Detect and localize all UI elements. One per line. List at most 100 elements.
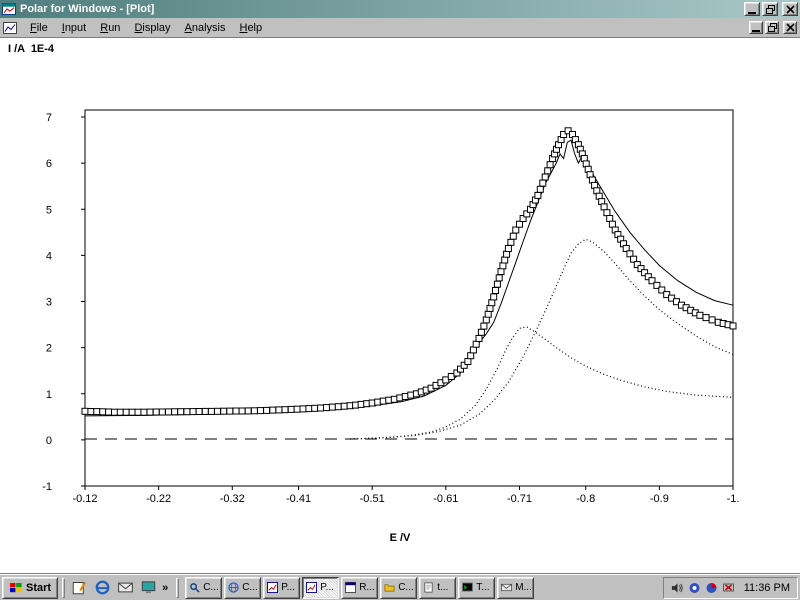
data-marker (123, 409, 129, 415)
quick-launch-overflow-chevron[interactable]: » (158, 582, 172, 594)
taskbar-task-7[interactable]: t... (419, 577, 456, 599)
taskbar-task-2[interactable]: C... (224, 577, 261, 599)
plot-window-icon[interactable] (3, 22, 23, 34)
taskbar-task-5[interactable]: R... (341, 577, 378, 599)
close-icon (786, 23, 795, 32)
internet-icon[interactable] (92, 578, 112, 598)
y-tick-label: 7 (46, 112, 52, 124)
window-title: Polar for Windows - [Plot] (20, 3, 742, 15)
task-label: C... (203, 582, 219, 593)
data-marker (178, 409, 184, 415)
task-label: C... (398, 582, 414, 593)
data-marker (537, 186, 543, 192)
x-tick-label: -0.51 (360, 493, 385, 505)
data-marker (147, 409, 153, 415)
series-experimental-data (85, 131, 733, 412)
data-marker (288, 406, 294, 412)
data-marker (153, 409, 159, 415)
data-marker (117, 409, 123, 415)
taskbar-task-6[interactable]: C... (380, 577, 417, 599)
x-tick-label: -0.41 (286, 493, 311, 505)
restore-button[interactable] (762, 2, 778, 16)
chart-icon (267, 582, 278, 593)
data-marker (94, 409, 100, 415)
data-marker (510, 233, 516, 239)
data-marker (542, 174, 548, 180)
taskbar-task-9[interactable]: M... (497, 577, 534, 599)
data-marker (491, 294, 497, 300)
data-marker (294, 406, 300, 412)
data-marker (535, 192, 541, 198)
data-marker (208, 408, 214, 414)
task-label: T... (476, 582, 489, 593)
chart-icon (306, 582, 317, 593)
data-marker (478, 329, 484, 335)
menu-display[interactable]: Display (127, 19, 177, 37)
quick-launch-bar (69, 578, 158, 598)
data-marker (233, 408, 239, 414)
y-tick-label: 6 (46, 158, 52, 170)
tray-app-icon-2[interactable] (705, 582, 718, 594)
y-tick-label: 5 (46, 204, 52, 216)
data-marker (276, 407, 282, 413)
mdi-close-button[interactable] (783, 21, 797, 34)
windows-logo-icon (9, 581, 23, 594)
globe-icon (228, 582, 239, 593)
taskbar-clock[interactable]: 11:36 PM (740, 582, 790, 594)
network-error-icon[interactable] (722, 582, 735, 594)
data-marker (505, 246, 511, 252)
data-marker (100, 409, 106, 415)
taskbar-task-8[interactable]: T... (458, 577, 495, 599)
tray-app-icon-1[interactable] (688, 582, 701, 594)
task-label: P... (320, 582, 334, 593)
data-marker (318, 405, 324, 411)
taskbar-task-3[interactable]: P... (263, 577, 300, 599)
mail-icon[interactable] (115, 578, 135, 598)
start-button[interactable]: Start (2, 577, 58, 599)
menu-file[interactable]: File (23, 19, 55, 37)
volume-icon[interactable] (671, 582, 684, 594)
taskbar-task-1[interactable]: C... (185, 577, 222, 599)
menu-analysis[interactable]: Analysis (178, 19, 233, 37)
close-button[interactable] (782, 2, 798, 16)
data-marker (258, 408, 264, 414)
data-marker (473, 341, 479, 347)
toolbar-handle[interactable] (62, 578, 65, 598)
toolbar-handle[interactable] (176, 578, 179, 598)
restore-icon (768, 23, 777, 32)
desktop-icon[interactable] (138, 578, 158, 598)
menu-help[interactable]: Help (232, 19, 269, 37)
mdi-restore-button[interactable] (765, 21, 779, 34)
data-marker (476, 335, 482, 341)
data-marker (703, 315, 709, 321)
x-tick-label: -1. (727, 493, 740, 505)
data-marker (485, 311, 491, 317)
data-marker (159, 409, 165, 415)
menu-input[interactable]: Input (55, 19, 93, 37)
data-marker (335, 404, 341, 410)
plot-client-area: I /A 1E-4 76543210-1-0.12-0.22-0.32-0.41… (0, 38, 800, 574)
app-icon[interactable] (2, 3, 16, 15)
menu-run[interactable]: Run (93, 19, 127, 37)
titlebar: Polar for Windows - [Plot] (0, 0, 800, 18)
data-marker (221, 408, 227, 414)
data-marker (215, 408, 221, 414)
compose-icon[interactable] (69, 578, 89, 598)
mdi-minimize-button[interactable] (749, 21, 763, 34)
restore-icon (766, 5, 775, 14)
data-marker (166, 409, 172, 415)
task-label: C... (242, 582, 258, 593)
y-tick-label: 2 (46, 343, 52, 355)
taskbar-task-4[interactable]: P... (302, 577, 339, 599)
data-marker (468, 353, 474, 359)
screen: Polar for Windows - [Plot] File Input Ru… (0, 0, 800, 600)
data-marker (481, 323, 487, 329)
terminal-icon (462, 582, 473, 593)
data-marker (470, 347, 476, 353)
data-marker (312, 405, 318, 411)
minimize-button[interactable] (744, 2, 760, 16)
series-component-peak-2 (350, 327, 733, 439)
data-marker (545, 168, 551, 174)
data-marker (270, 407, 276, 413)
y-tick-label: 3 (46, 297, 52, 309)
